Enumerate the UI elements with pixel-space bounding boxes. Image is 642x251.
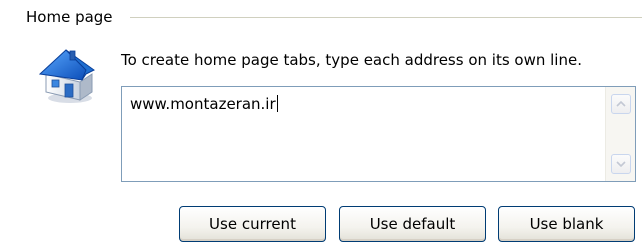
house-icon xyxy=(36,40,100,108)
use-current-button[interactable]: Use current xyxy=(179,206,326,242)
text-caret xyxy=(276,95,278,112)
vertical-scrollbar[interactable] xyxy=(605,87,635,181)
group-label: Home page xyxy=(24,7,117,27)
home-page-address-textarea[interactable]: www.montazeran.ir xyxy=(121,86,636,182)
use-default-button[interactable]: Use default xyxy=(339,206,486,242)
use-blank-button[interactable]: Use blank xyxy=(498,206,635,242)
address-value[interactable]: www.montazeran.ir xyxy=(130,94,278,114)
scroll-up-arrow-icon[interactable] xyxy=(611,94,631,114)
scroll-down-arrow-icon[interactable] xyxy=(611,154,631,174)
group-divider-line xyxy=(130,17,642,18)
instructions-text: To create home page tabs, type each addr… xyxy=(121,51,582,69)
